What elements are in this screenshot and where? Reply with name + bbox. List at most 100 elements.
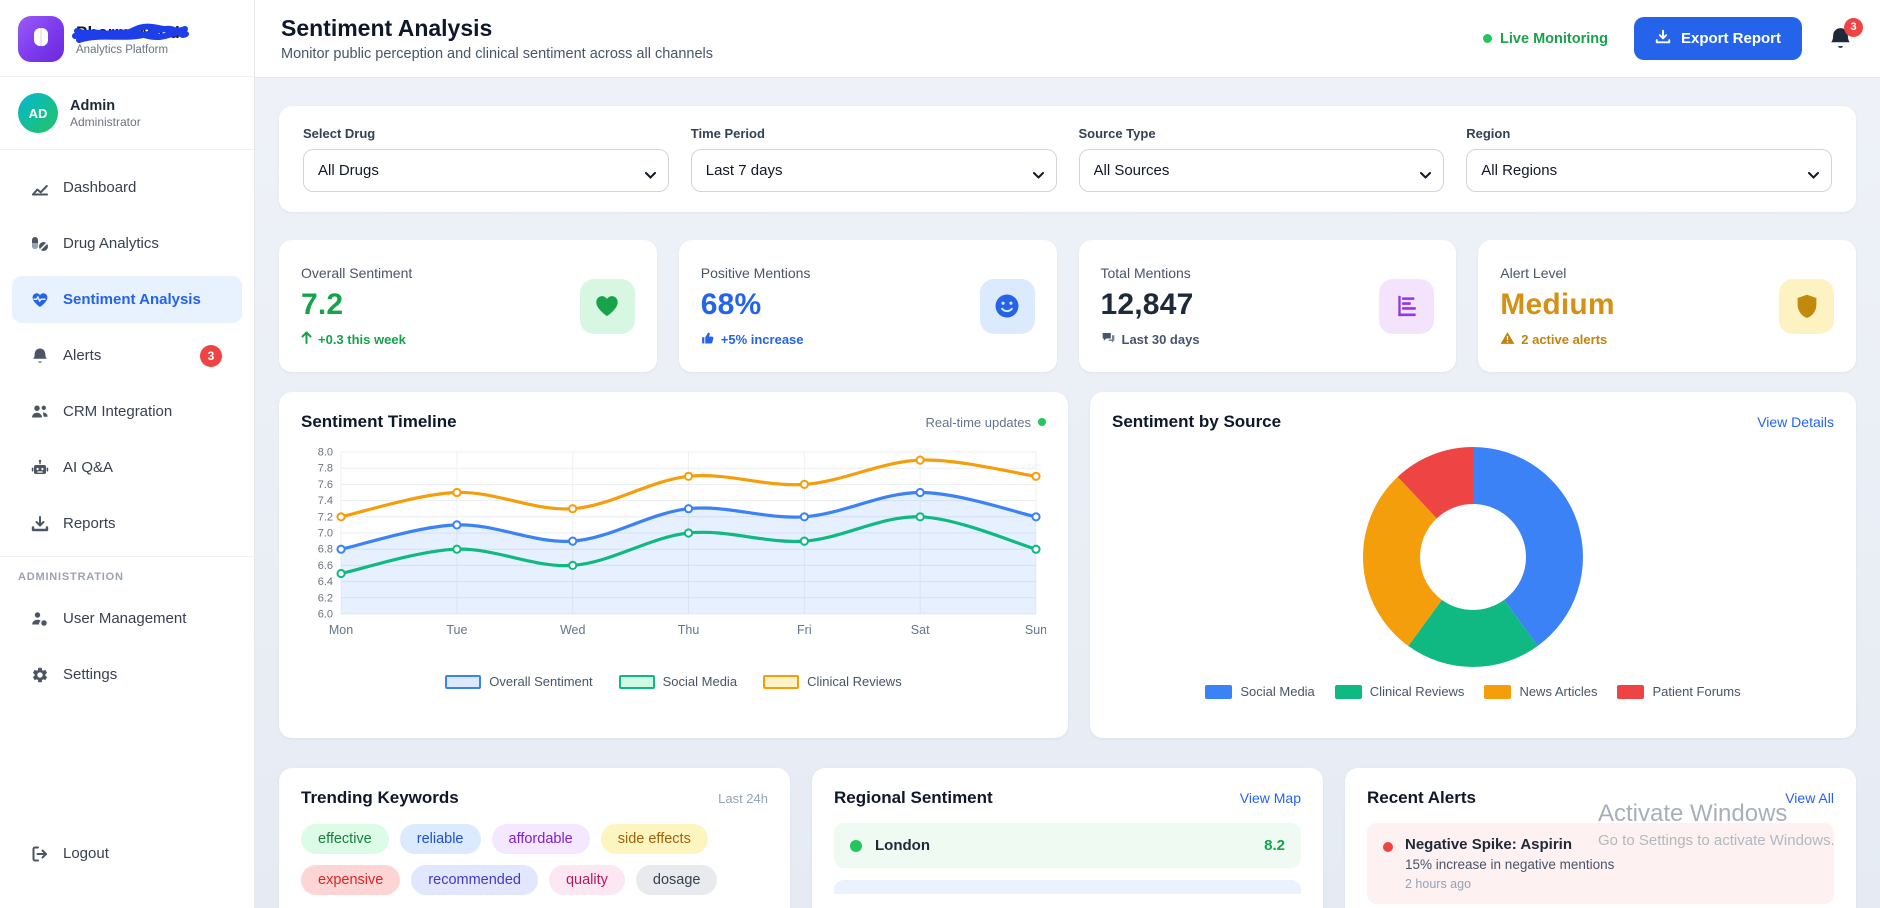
alert-title: Negative Spike: Aspirin xyxy=(1405,836,1614,853)
shield-icon xyxy=(1779,279,1834,334)
legend-swatch xyxy=(763,675,799,689)
sentiment-timeline-card: Sentiment Timeline Real-time updates 6.0… xyxy=(279,392,1068,738)
svg-text:7.2: 7.2 xyxy=(318,511,333,523)
user-gear-icon xyxy=(30,609,50,629)
stat-card-positive-mentions: Positive Mentions 68% +5% increase xyxy=(679,240,1057,372)
svg-text:6.8: 6.8 xyxy=(318,544,333,556)
keyword-pill: effective xyxy=(301,824,389,854)
trending-keywords-card: Trending Keywords Last 24h effective rel… xyxy=(279,768,790,908)
download-icon xyxy=(1655,29,1671,49)
sidebar-item-sentiment-analysis[interactable]: Sentiment Analysis xyxy=(12,276,242,323)
source-title: Sentiment by Source xyxy=(1112,412,1281,432)
sidebar-item-settings[interactable]: Settings xyxy=(12,651,242,698)
stat-card-alert-level: Alert Level Medium 2 active alerts xyxy=(1478,240,1856,372)
svg-text:8.0: 8.0 xyxy=(318,447,333,459)
view-map-link[interactable]: View Map xyxy=(1240,790,1301,806)
sidebar-item-logout[interactable]: Logout xyxy=(12,830,242,877)
sign-out-icon xyxy=(30,844,50,864)
user-name: Admin xyxy=(70,98,141,114)
notification-count-badge: 3 xyxy=(1844,18,1863,37)
svg-text:Mon: Mon xyxy=(329,623,353,637)
sidebar-item-crm-integration[interactable]: CRM Integration xyxy=(12,388,242,435)
keywords-period: Last 24h xyxy=(718,791,768,806)
svg-text:6.2: 6.2 xyxy=(318,592,333,604)
sidebar-nav: Dashboard Drug Analytics Sentiment Analy… xyxy=(0,150,254,707)
live-monitoring-label: Live Monitoring xyxy=(1500,31,1608,47)
sidebar-item-label: AI Q&A xyxy=(63,459,113,476)
legend-item: Overall Sentiment xyxy=(445,674,592,689)
green-dot-icon xyxy=(850,840,862,852)
keyword-pill: dosage xyxy=(636,865,718,895)
time-period-select[interactable]: Last 7 days xyxy=(691,149,1057,192)
sidebar-item-drug-analytics[interactable]: Drug Analytics xyxy=(12,220,242,267)
view-all-link[interactable]: View All xyxy=(1785,790,1834,806)
legend-item: Patient Forums xyxy=(1617,684,1740,699)
recent-alerts-card: Recent Alerts View All Negative Spike: A… xyxy=(1345,768,1856,908)
sidebar-item-label: Reports xyxy=(63,515,116,532)
alert-description: 15% increase in negative mentions xyxy=(1405,857,1614,872)
svg-text:Thu: Thu xyxy=(678,623,700,637)
stat-card-overall-sentiment: Overall Sentiment 7.2 +0.3 this week xyxy=(279,240,657,372)
alert-item: Negative Spike: Aspirin 15% increase in … xyxy=(1367,823,1834,904)
legend-swatch xyxy=(1484,685,1511,699)
sidebar-item-label: Alerts xyxy=(63,347,101,364)
avatar: AD xyxy=(18,93,58,133)
legend-swatch xyxy=(445,675,481,689)
view-details-link[interactable]: View Details xyxy=(1757,414,1834,430)
region-row-partial xyxy=(834,880,1301,894)
drug-select[interactable]: All Drugs xyxy=(303,149,669,192)
svg-text:7.0: 7.0 xyxy=(318,528,333,540)
export-report-button[interactable]: Export Report xyxy=(1634,17,1802,60)
live-monitoring-status: Live Monitoring xyxy=(1483,31,1608,47)
svg-text:6.6: 6.6 xyxy=(318,560,333,572)
region-score: 8.2 xyxy=(1264,837,1285,854)
robot-icon xyxy=(30,458,50,478)
keyword-pill: quality xyxy=(549,865,625,895)
realtime-label: Real-time updates xyxy=(926,415,1032,430)
region-select[interactable]: All Regions xyxy=(1466,149,1832,192)
pills-icon xyxy=(30,234,50,254)
sidebar-item-alerts[interactable]: Alerts 3 xyxy=(12,332,242,379)
bell-icon xyxy=(1828,38,1853,55)
regional-sentiment-card: Regional Sentiment View Map London 8.2 xyxy=(812,768,1323,908)
notifications-bell-button[interactable]: 3 xyxy=(1828,26,1854,52)
warning-triangle-icon xyxy=(1500,331,1515,348)
keyword-pill: side effects xyxy=(601,824,708,854)
sidebar-item-user-management[interactable]: User Management xyxy=(12,595,242,642)
timeline-legend: Overall Sentiment Social Media Clinical … xyxy=(301,674,1046,689)
sidebar-item-label: Sentiment Analysis xyxy=(63,291,201,308)
thumbs-up-icon xyxy=(701,331,715,348)
chart-line-icon xyxy=(30,178,50,198)
comments-icon xyxy=(1101,331,1116,348)
svg-text:Tue: Tue xyxy=(446,623,467,637)
svg-text:Sun: Sun xyxy=(1025,623,1046,637)
filter-label: Region xyxy=(1466,126,1832,141)
sentiment-by-source-card: Sentiment by Source View Details Social … xyxy=(1090,392,1856,738)
svg-text:Fri: Fri xyxy=(797,623,812,637)
keyword-pill: recommended xyxy=(411,865,538,895)
smiley-icon xyxy=(980,279,1035,334)
stat-subtext: +5% increase xyxy=(701,331,811,348)
sidebar-item-ai-qa[interactable]: AI Q&A xyxy=(12,444,242,491)
legend-item: Social Media xyxy=(1205,684,1314,699)
legend-item: Clinical Reviews xyxy=(763,674,902,689)
sidebar-item-label: User Management xyxy=(63,610,186,627)
sidebar-item-dashboard[interactable]: Dashboard xyxy=(12,164,242,211)
sidebar-item-reports[interactable]: Reports xyxy=(12,500,242,547)
filter-source-type: Source Type All Sources xyxy=(1079,126,1445,192)
live-dot-icon xyxy=(1483,34,1492,43)
alerts-title: Recent Alerts xyxy=(1367,788,1476,808)
filter-select-drug: Select Drug All Drugs xyxy=(303,126,669,192)
legend-item: Clinical Reviews xyxy=(1335,684,1465,699)
stat-label: Positive Mentions xyxy=(701,265,811,281)
stat-label: Overall Sentiment xyxy=(301,265,412,281)
arrow-up-icon xyxy=(301,331,312,347)
administration-section-label: ADMINISTRATION xyxy=(0,571,254,595)
legend-swatch xyxy=(1617,685,1644,699)
realtime-status: Real-time updates xyxy=(926,415,1047,430)
stat-label: Total Mentions xyxy=(1101,265,1200,281)
keywords-list: effective reliable affordable side effec… xyxy=(301,824,768,895)
brand-name: PharmaMind xyxy=(76,23,180,43)
legend-swatch xyxy=(1335,685,1362,699)
source-type-select[interactable]: All Sources xyxy=(1079,149,1445,192)
